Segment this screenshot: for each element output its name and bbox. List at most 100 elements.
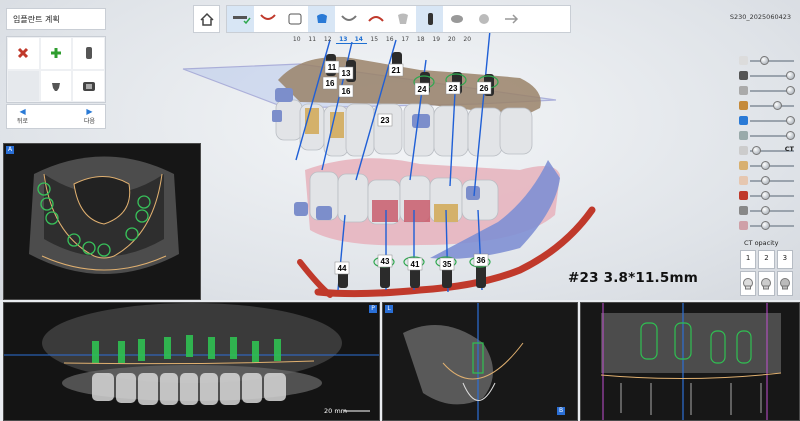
prev-label: 뒤로 bbox=[17, 118, 29, 125]
panoramic-ct-view[interactable]: P 20 mm bbox=[3, 302, 380, 421]
delete-implant-button[interactable] bbox=[7, 37, 40, 70]
arch-opacity[interactable] bbox=[736, 85, 798, 97]
tangential-image bbox=[581, 303, 799, 420]
implant-opacity[interactable] bbox=[736, 70, 798, 82]
step-number[interactable]: 20 bbox=[444, 33, 460, 44]
step-number[interactable]: 20 bbox=[460, 33, 476, 44]
ct-opacity-button-1[interactable]: 1 bbox=[740, 250, 757, 270]
nerve-icon bbox=[739, 191, 748, 200]
home-button[interactable] bbox=[193, 5, 220, 33]
slider-track[interactable] bbox=[750, 225, 794, 227]
sleeve-icon bbox=[450, 15, 463, 23]
implant-icon bbox=[739, 71, 748, 80]
slider-knob[interactable] bbox=[786, 71, 796, 80]
tooth-icon bbox=[397, 13, 408, 24]
svg-text:23: 23 bbox=[381, 116, 390, 125]
implant-view-button[interactable] bbox=[72, 37, 105, 70]
ct-opacity-label: CT opacity bbox=[744, 239, 779, 247]
slider-knob[interactable] bbox=[761, 221, 771, 230]
next-button[interactable]: ▶ 다음 bbox=[84, 107, 95, 126]
lower-arch-icon bbox=[367, 16, 384, 22]
step-number[interactable]: 16 bbox=[382, 33, 398, 44]
sleeve-tool[interactable] bbox=[443, 6, 470, 32]
svg-text:35: 35 bbox=[443, 260, 452, 269]
crown-opacity[interactable] bbox=[736, 100, 798, 112]
tooth-tool[interactable] bbox=[389, 6, 416, 32]
step-number[interactable]: 18 bbox=[413, 33, 429, 44]
slider-track[interactable] bbox=[750, 210, 794, 212]
slider-track[interactable] bbox=[750, 180, 794, 182]
tooth-model-opacity[interactable] bbox=[736, 55, 798, 67]
slider-track[interactable] bbox=[750, 60, 794, 62]
slider-knob[interactable] bbox=[751, 146, 761, 155]
ct-opacity-button-3[interactable]: 3 bbox=[776, 250, 793, 270]
tooth-label-36: 36 bbox=[473, 253, 489, 267]
step-number[interactable]: 11 bbox=[305, 33, 321, 44]
implant-icon bbox=[85, 47, 92, 60]
step-number[interactable]: 14 bbox=[351, 33, 367, 44]
cross-section-bottom-tag[interactable]: B bbox=[557, 407, 565, 415]
slider-knob[interactable] bbox=[759, 56, 769, 65]
cross-section-tag[interactable]: L bbox=[385, 305, 393, 313]
slider-knob[interactable] bbox=[786, 131, 796, 140]
crown-icon bbox=[739, 101, 748, 110]
ct-preset-skull-1[interactable] bbox=[740, 271, 757, 296]
guide-tool[interactable] bbox=[470, 6, 497, 32]
upper-arch-tool[interactable] bbox=[335, 6, 362, 32]
lower-crown-pink bbox=[404, 200, 430, 222]
panoramic-curve-tool[interactable] bbox=[227, 6, 254, 32]
slider-knob[interactable] bbox=[761, 161, 771, 170]
cylinder-opacity[interactable] bbox=[736, 130, 798, 142]
ct-opacity-button-2[interactable]: 2 bbox=[758, 250, 775, 270]
step-number[interactable]: 10 bbox=[289, 33, 305, 44]
nerve-opacity[interactable] bbox=[736, 190, 798, 202]
guide-opacity[interactable] bbox=[736, 205, 798, 217]
panoramic-tag[interactable]: P bbox=[369, 305, 377, 313]
tangential-ct-view[interactable] bbox=[580, 302, 800, 421]
step-number[interactable]: 19 bbox=[429, 33, 445, 44]
cross-section-ct-view[interactable]: L B bbox=[382, 302, 578, 421]
slider-track[interactable] bbox=[750, 165, 794, 167]
axial-ct-view[interactable]: A bbox=[3, 143, 201, 300]
ct-preset-skull-2[interactable] bbox=[758, 271, 775, 296]
implant-tool[interactable] bbox=[416, 6, 443, 32]
sleeve-opacity[interactable] bbox=[736, 115, 798, 127]
sleeve-button[interactable] bbox=[72, 69, 105, 102]
step-number[interactable]: 13 bbox=[335, 33, 351, 44]
slider-knob[interactable] bbox=[786, 116, 796, 125]
ct-opacity-slider[interactable]: CT bbox=[736, 145, 798, 157]
add-implant-button[interactable] bbox=[39, 37, 73, 70]
slider-knob[interactable] bbox=[786, 86, 796, 95]
svg-text:11: 11 bbox=[328, 63, 337, 72]
slider-track[interactable] bbox=[750, 195, 794, 197]
svg-text:41: 41 bbox=[411, 260, 420, 269]
slider-knob[interactable] bbox=[772, 101, 782, 110]
ct-preset-skull-3[interactable] bbox=[776, 271, 793, 296]
svg-text:43: 43 bbox=[381, 257, 390, 266]
sleeve-icon bbox=[82, 81, 95, 91]
step-number[interactable]: 15 bbox=[367, 33, 383, 44]
guide-icon bbox=[478, 14, 489, 24]
slider-knob[interactable] bbox=[761, 191, 771, 200]
nerve-tool[interactable] bbox=[254, 6, 281, 32]
abutment-button[interactable] bbox=[39, 69, 73, 102]
scan-tool[interactable] bbox=[281, 6, 308, 32]
step-number[interactable]: 12 bbox=[320, 33, 336, 44]
step-number[interactable]: 17 bbox=[398, 33, 414, 44]
crown-library-tool[interactable] bbox=[308, 6, 335, 32]
slider-knob[interactable] bbox=[761, 176, 771, 185]
bone-opacity[interactable] bbox=[736, 160, 798, 172]
prev-button[interactable]: ◀ 뒤로 bbox=[17, 107, 28, 126]
svg-text:23: 23 bbox=[449, 84, 458, 93]
svg-text:16: 16 bbox=[342, 87, 351, 96]
guide-icon bbox=[739, 206, 748, 215]
ct-slider-label: CT bbox=[784, 145, 794, 153]
slider-knob[interactable] bbox=[761, 206, 771, 215]
axial-tag[interactable]: A bbox=[6, 146, 14, 154]
export-tool[interactable] bbox=[497, 6, 524, 32]
empty-slot bbox=[7, 69, 40, 102]
sleeve-icon bbox=[739, 116, 748, 125]
gum-opacity[interactable] bbox=[736, 220, 798, 232]
lower-arch-tool[interactable] bbox=[362, 6, 389, 32]
skin-opacity[interactable] bbox=[736, 175, 798, 187]
